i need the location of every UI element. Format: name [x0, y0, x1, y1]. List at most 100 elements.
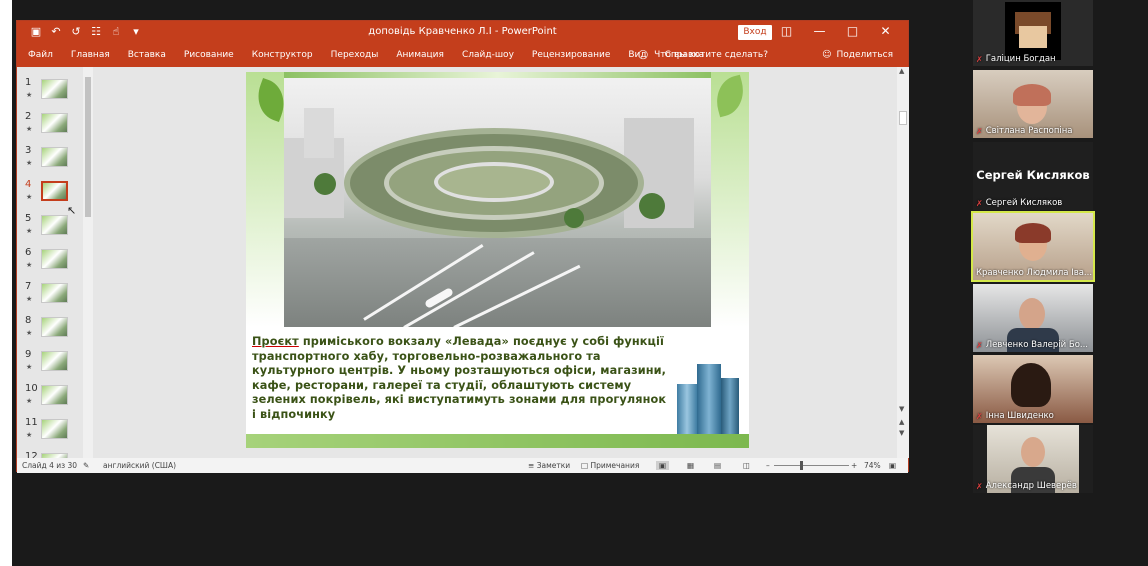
- ribbon-tab[interactable]: Конструктор: [252, 50, 313, 60]
- slide-caption[interactable]: Проєкт приміського вокзалу «Левада» поєд…: [252, 335, 667, 422]
- thumbnails-scrollbar[interactable]: [83, 67, 93, 458]
- tree-shape: [639, 193, 665, 219]
- station-rendering-image[interactable]: [284, 78, 711, 327]
- participant-tile[interactable]: ✗ Світлана Распопіна: [973, 70, 1093, 138]
- ribbon-tab[interactable]: Рецензирование: [532, 50, 610, 60]
- thumbnail-image: [41, 419, 68, 439]
- thumbnail-number: 6: [25, 247, 32, 258]
- share-label: Поделиться: [836, 50, 893, 60]
- undo-icon[interactable]: ↶: [49, 25, 63, 38]
- redo-icon[interactable]: ↺: [69, 25, 83, 38]
- ribbon-display-icon[interactable]: ◫: [770, 24, 803, 38]
- touch-mode-icon[interactable]: ☝: [109, 25, 123, 38]
- fit-to-window-icon[interactable]: ▣: [889, 461, 896, 470]
- notes-icon: ≡: [528, 461, 535, 470]
- thumbnail-image: [41, 283, 68, 303]
- thumbnail-image: [41, 147, 68, 167]
- participant-face: [1019, 298, 1045, 330]
- ground-plane: [284, 238, 711, 327]
- participant-face: [1021, 437, 1045, 467]
- screen: ▣ ↶ ↺ ☷ ☝ ▾ доповідь Кравченко Л.І - Pow…: [0, 0, 1148, 566]
- window-controls: ◫ — □ ✕: [770, 24, 902, 38]
- current-slide[interactable]: Проєкт приміського вокзалу «Левада» поєд…: [246, 72, 749, 448]
- participant-display-name: Сергей Кисляков: [976, 168, 1090, 182]
- zoom-slider[interactable]: [774, 465, 849, 466]
- skyscraper-image: [669, 364, 747, 436]
- ribbon-tab[interactable]: Файл: [28, 50, 53, 60]
- thumbnail-image: [41, 351, 68, 371]
- tell-me-box[interactable]: ◯ Что вы хотите сделать?: [638, 50, 768, 60]
- participant-name: ✗ Галіцин Богдан: [976, 54, 1056, 64]
- minimize-icon[interactable]: —: [803, 24, 836, 38]
- thumbnail-number: 11: [25, 417, 38, 428]
- ribbon-tab[interactable]: Слайд-шоу: [462, 50, 514, 60]
- thumbnail-number: 1: [25, 77, 32, 88]
- notes-label: Заметки: [536, 461, 571, 470]
- close-icon[interactable]: ✕: [869, 24, 902, 38]
- participant-name: Кравченко Людмила Іва...: [976, 268, 1093, 278]
- next-slide-icon[interactable]: ▼: [899, 429, 904, 437]
- maximize-icon[interactable]: □: [836, 24, 869, 38]
- mic-muted-icon: ✗: [976, 411, 983, 421]
- building-shape: [304, 108, 334, 158]
- participant-tile[interactable]: ✗ Інна Швиденко: [973, 355, 1093, 423]
- thumbnail-image: [41, 79, 68, 99]
- spellcheck-icon[interactable]: ✎: [83, 461, 89, 470]
- ribbon-tab[interactable]: Вставка: [128, 50, 166, 60]
- mic-muted-icon: ✗: [976, 198, 983, 208]
- reading-view-icon[interactable]: ▤: [714, 461, 721, 470]
- avatar-face: [1019, 26, 1047, 48]
- customize-qat-icon[interactable]: ▾: [129, 25, 143, 38]
- transition-star-icon: ★: [26, 91, 33, 99]
- scroll-up-icon[interactable]: ▲: [899, 67, 904, 75]
- slide-sorter-icon[interactable]: ▦: [687, 461, 694, 470]
- scroll-down-icon[interactable]: ▼: [899, 405, 904, 413]
- zoom-slider-knob[interactable]: [800, 461, 803, 470]
- transition-star-icon: ★: [26, 363, 33, 371]
- zoom-in-icon[interactable]: +: [851, 461, 857, 470]
- status-bar: Слайд 4 из 30 ✎ английский (США) ≡ Замет…: [17, 458, 908, 473]
- thumbnails-scroll-thumb[interactable]: [85, 77, 91, 217]
- comment-icon: □: [581, 461, 589, 470]
- comments-label: Примечания: [590, 461, 640, 470]
- tell-me-label: Что вы хотите сделать?: [654, 50, 768, 60]
- mic-muted-icon: ✗: [976, 340, 983, 350]
- share-button[interactable]: ☺ Поделиться: [822, 50, 893, 60]
- zoom-level[interactable]: 74%: [864, 461, 881, 470]
- participant-tile[interactable]: ✗ Галіцин Богдан: [973, 0, 1093, 66]
- mic-muted-icon: ✗: [976, 126, 983, 136]
- thumbnail-image: [41, 181, 68, 201]
- comments-button[interactable]: □ Примечания: [581, 461, 639, 470]
- signin-button[interactable]: Вход: [738, 25, 772, 40]
- slide-scroll-thumb[interactable]: [899, 111, 907, 125]
- thumbnail-number: 4: [25, 179, 32, 190]
- normal-view-icon[interactable]: ▣: [656, 461, 670, 470]
- prev-slide-icon[interactable]: ▲: [899, 418, 904, 426]
- ribbon-tab[interactable]: Главная: [71, 50, 110, 60]
- participant-name: ✗ Александр Шеверёв: [976, 481, 1077, 491]
- lightbulb-icon: ◯: [638, 50, 649, 60]
- ribbon-tab[interactable]: Рисование: [184, 50, 234, 60]
- participant-tile[interactable]: ✗ Александр Шеверёв: [973, 425, 1093, 493]
- participant-hair: [1015, 223, 1051, 243]
- slide-count: Слайд 4 из 30: [22, 461, 78, 470]
- participant-name: ✗ Світлана Распопіна: [976, 126, 1073, 136]
- participant-name: ✗ Сергей Кисляков: [976, 198, 1063, 208]
- slideshow-view-icon[interactable]: ◫: [743, 461, 750, 470]
- participant-hair: [1011, 363, 1051, 407]
- ribbon-tab[interactable]: Переходы: [331, 50, 379, 60]
- participant-name: ✗ Інна Швиденко: [976, 411, 1054, 421]
- save-icon[interactable]: ▣: [29, 25, 43, 38]
- zoom-out-icon[interactable]: –: [766, 461, 770, 470]
- thumbnail-number: 5: [25, 213, 32, 224]
- participant-tile[interactable]: ✗ Левченко Валерій Бо...: [973, 284, 1093, 352]
- language-indicator[interactable]: английский (США): [103, 461, 176, 470]
- slide-scrollbar[interactable]: ▲ ▼ ▲ ▼: [897, 67, 909, 458]
- notes-button[interactable]: ≡ Заметки: [528, 461, 570, 470]
- present-icon[interactable]: ☷: [89, 25, 103, 38]
- caption-text: приміського вокзалу «Левада» поєднує у с…: [252, 335, 667, 421]
- participant-tile-active-speaker[interactable]: Кравченко Людмила Іва...: [971, 211, 1095, 282]
- ribbon-tab[interactable]: Анимация: [396, 50, 444, 60]
- quick-access-toolbar: ▣ ↶ ↺ ☷ ☝ ▾: [29, 25, 143, 38]
- participant-name: ✗ Левченко Валерій Бо...: [976, 340, 1089, 350]
